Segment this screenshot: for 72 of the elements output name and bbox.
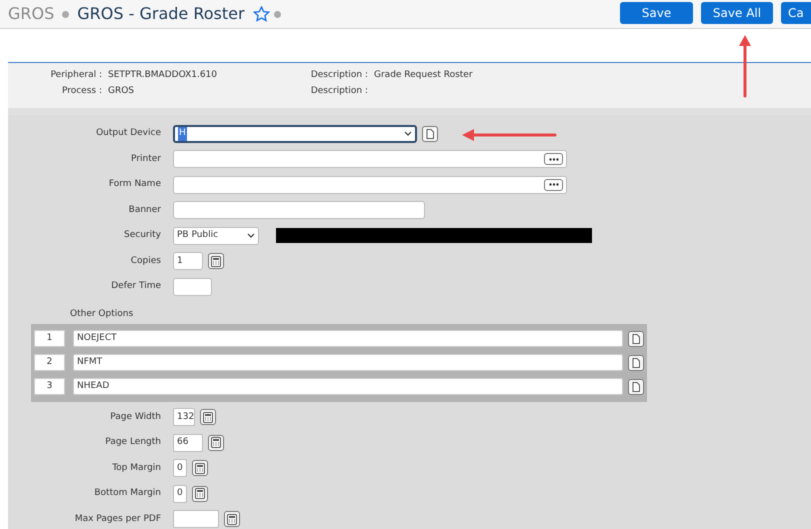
calculator-button[interactable] <box>200 409 216 426</box>
input-field[interactable]: NHEAD <box>73 378 623 395</box>
dropdown[interactable]: H <box>173 124 417 143</box>
field-label: Top Margin <box>111 462 162 474</box>
document-icon <box>632 382 640 392</box>
ellipsis-icon <box>548 183 558 186</box>
calculator-icon <box>203 412 213 423</box>
input-field[interactable] <box>173 201 425 220</box>
caret-icon <box>247 233 255 238</box>
document-icon <box>426 128 434 139</box>
field-value: Grade Request Roster <box>374 69 473 82</box>
calculator-icon <box>227 514 237 525</box>
document-icon <box>632 334 640 344</box>
action-button[interactable]: Ca <box>781 2 811 24</box>
separator-dot <box>274 10 281 18</box>
calculator-button[interactable] <box>208 434 224 451</box>
field-value: SETPTR.BMADDOX1.610 <box>108 69 218 82</box>
calculator-button[interactable] <box>208 253 224 270</box>
field-label: Defer Time <box>110 280 162 293</box>
field-label: Output Device <box>95 127 162 140</box>
field-label: Page Length <box>104 436 162 449</box>
caret-icon <box>404 131 412 136</box>
document-icon <box>632 358 640 368</box>
field-label: Process : <box>60 85 103 98</box>
field-label: Bottom Margin <box>93 487 162 500</box>
field-label: Description : <box>310 85 369 98</box>
star-icon[interactable] <box>252 6 270 22</box>
calculator-icon <box>211 437 221 448</box>
input-field[interactable]: 0 <box>173 484 187 503</box>
field-value: GROS <box>108 85 136 98</box>
calculator-button[interactable] <box>192 460 208 476</box>
field-label: Copies <box>130 254 162 268</box>
field-label: Security <box>123 229 162 242</box>
action-button[interactable]: Save All <box>701 2 773 24</box>
more-button[interactable] <box>544 153 563 166</box>
input-field[interactable]: 66 <box>173 434 203 452</box>
calculator-icon <box>195 462 205 474</box>
input-field[interactable]: NFMT <box>73 354 623 371</box>
input-field[interactable]: NOEJECT <box>73 330 623 347</box>
calculator-icon <box>195 488 205 500</box>
input-field[interactable]: 0 <box>173 459 187 478</box>
section-label: Other Options <box>70 308 134 321</box>
more-button[interactable] <box>544 178 563 191</box>
field-label: Form Name <box>108 178 162 191</box>
document-button[interactable] <box>422 126 438 142</box>
field-label: Max Pages per PDF <box>74 512 162 526</box>
field-label: Page Width <box>109 410 162 424</box>
row-number: 2 <box>34 354 65 371</box>
document-button[interactable] <box>628 378 644 394</box>
document-button[interactable] <box>628 354 644 370</box>
row-number: 1 <box>34 330 65 347</box>
calculator-button[interactable] <box>192 486 208 502</box>
field-label: Description : <box>310 69 369 82</box>
annotation-arrow <box>739 35 751 98</box>
field-label: Peripheral : <box>50 69 103 82</box>
field-label: Banner <box>128 204 162 216</box>
dropdown[interactable]: PB Public <box>173 226 259 245</box>
separator-dot <box>62 10 70 18</box>
ellipsis-icon <box>548 158 558 161</box>
input-field[interactable]: 132 <box>173 408 195 426</box>
field-label: Printer <box>130 152 162 166</box>
page-title: GROS - Grade Roster <box>77 3 245 25</box>
calculator-icon <box>211 256 221 267</box>
calculator-button[interactable] <box>224 511 240 528</box>
lookup-field[interactable] <box>173 150 567 168</box>
document-button[interactable] <box>628 330 644 346</box>
row-number: 3 <box>34 378 65 395</box>
action-button[interactable]: Save <box>620 2 693 24</box>
input-field[interactable]: 1 <box>173 252 203 270</box>
input-field[interactable] <box>173 278 212 296</box>
lookup-field[interactable] <box>173 176 567 194</box>
input-field[interactable] <box>173 510 219 528</box>
